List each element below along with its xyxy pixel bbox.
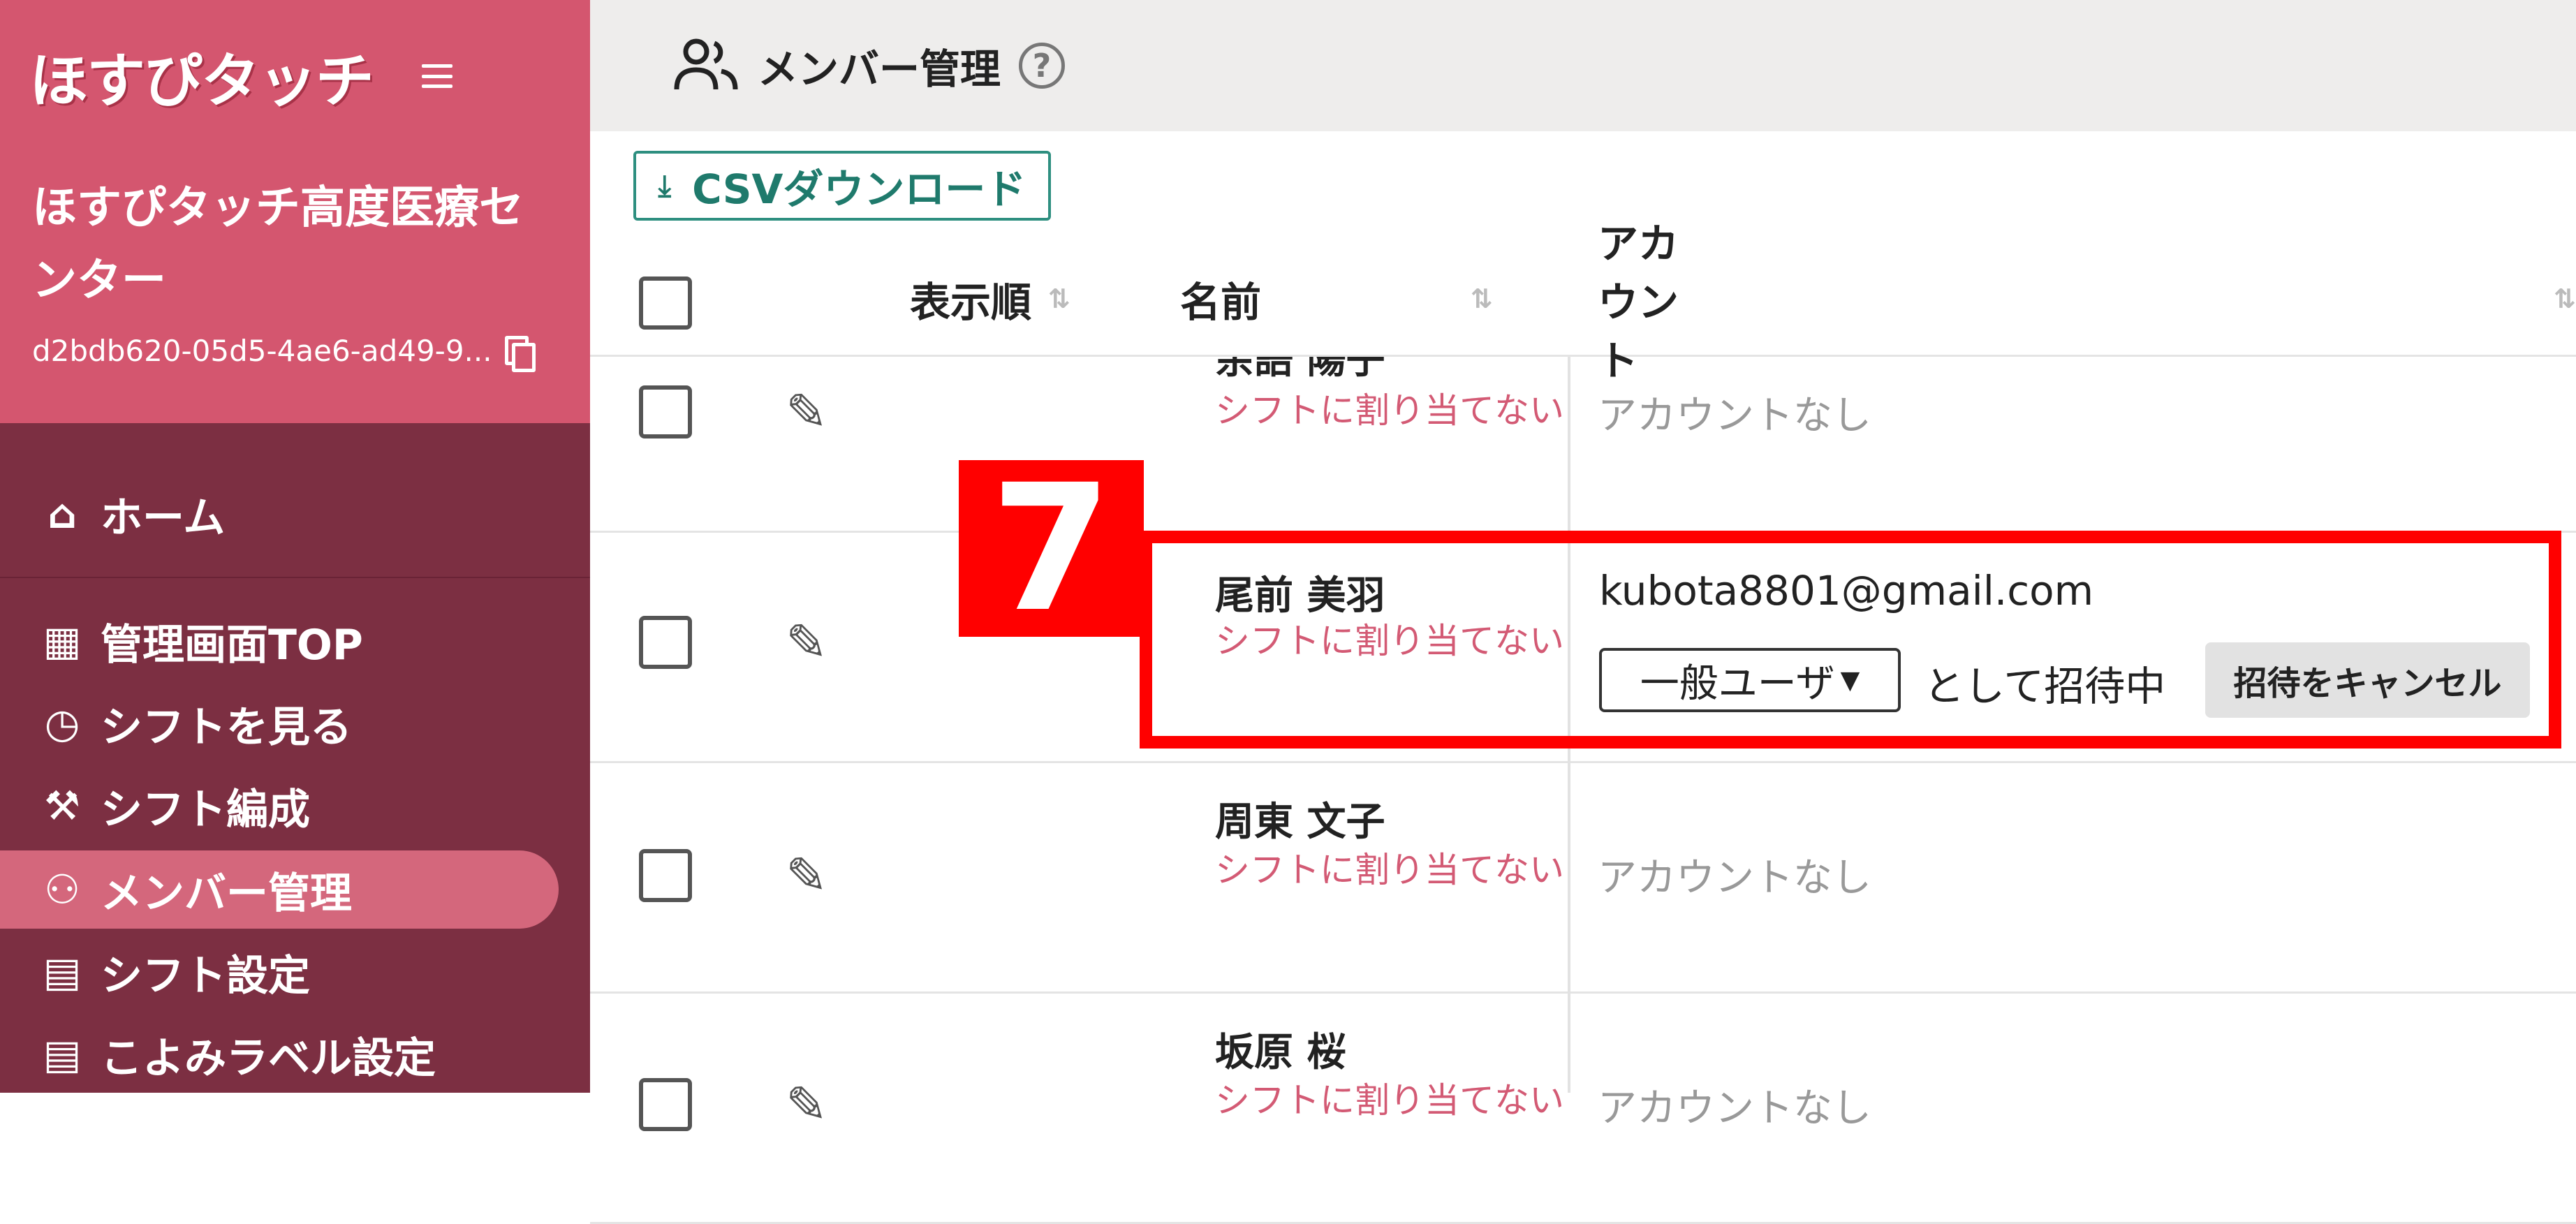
member-name: 周東 文子 [1215,799,1385,845]
column-header-order-label: 表示順 [910,279,1032,326]
edit-pencil-icon[interactable]: ✎ [779,613,834,672]
sidebar-header: ほすぴタッチ ほすぴタッチ高度医療センター d2bdb620-05d5-4ae6… [0,0,590,423]
nav-divider [0,577,590,578]
table-row: ✎ 周東 文子 シフトに割り当てない アカウントなし [590,761,2576,994]
members-icon: ⚇ [44,866,80,913]
nav-item-shift-settings[interactable]: ▤ シフト設定 [0,933,559,1011]
sort-icon: ⇅ [1048,283,1070,314]
table-row: ✎ 坂原 桜 シフトに割り当てない アカウントなし [590,991,2576,1224]
nav-item-label: ホーム [101,493,226,543]
column-header-account-label: アカウント [1598,220,1679,385]
csv-download-label: CSVダウンロード [692,165,1026,213]
account-status: アカウントなし [1598,855,1871,901]
calendar-label-icon: ▤ [43,1031,82,1078]
top-bar: メンバー管理 ? [590,0,2576,131]
row-checkbox[interactable] [639,385,692,438]
sort-icon: ⇅ [2554,283,2576,314]
home-icon: ⌂ [47,490,77,538]
column-header-account[interactable]: アカウント ⇅ [1598,220,2576,385]
table-header: 表示順 ⇅ 名前 ⇅ アカウント ⇅ [590,220,2576,385]
csv-download-button[interactable]: ⤓ CSVダウンロード [633,151,1051,221]
nav-item-label: シフトを見る [101,702,352,752]
nav-item-label: メンバー管理 [101,869,352,918]
members-icon [674,38,738,90]
row-checkbox[interactable] [639,849,692,902]
wrench-icon: ⚒ [44,782,80,829]
column-header-name[interactable]: 名前 ⇅ [1180,243,1493,355]
calendar-icon: ▤ [43,948,82,996]
nav-item-admin-top[interactable]: ▦ 管理画面TOP [0,602,559,680]
organization-id-text: d2bdb620-05d5-4ae6-ad49-9... [32,334,492,368]
sort-icon: ⇅ [1471,283,1493,314]
page-title-text: メンバー管理 [758,45,1001,93]
nav-item-member-management[interactable]: ⚇ メンバー管理 [0,850,559,929]
edit-pencil-icon[interactable]: ✎ [779,846,834,905]
download-icon: ⤓ [658,168,672,202]
member-name: 坂原 桜 [1215,1030,1346,1075]
nav-item-label: こよみラベル設定 [101,1033,436,1083]
row-checkbox[interactable] [639,1078,692,1131]
organization-id: d2bdb620-05d5-4ae6-ad49-9... [32,334,536,372]
column-header-name-label: 名前 [1180,279,1262,326]
nav-item-home[interactable]: ⌂ ホーム [0,475,559,553]
column-header-order[interactable]: 表示順 ⇅ [910,243,1070,355]
nav-item-calendar-label-settings[interactable]: ▤ こよみラベル設定 [0,1015,559,1093]
shift-note: シフトに割り当てない [1215,850,1564,890]
edit-pencil-icon[interactable]: ✎ [779,1075,834,1134]
page-title: メンバー管理 ? [672,36,1066,95]
highlight-frame [1140,531,2561,749]
copy-icon[interactable] [504,335,536,372]
select-all-checkbox[interactable] [639,276,692,330]
clock-icon: ◷ [44,700,80,747]
nav-item-label: シフト編成 [101,785,310,834]
organization-name: ほすぴタッチ高度医療センター [32,182,524,307]
edit-pencil-icon[interactable]: ✎ [779,383,834,441]
app-logo[interactable]: ほすぴタッチ [29,34,374,119]
help-icon[interactable]: ? [1019,43,1066,89]
nav-item-view-shifts[interactable]: ◷ シフトを見る [0,684,559,762]
shift-note: シフトに割り当てない [1215,1080,1564,1121]
dashboard-icon: ▦ [43,617,82,665]
nav-item-label: シフト設定 [101,951,310,1001]
step-number-badge: 7 [959,460,1144,637]
hamburger-menu-icon[interactable] [422,64,453,88]
brand: ほすぴタッチ [29,38,453,115]
nav-item-label: 管理画面TOP [101,620,363,670]
account-status: アカウントなし [1598,1086,1871,1131]
sidebar: ほすぴタッチ ほすぴタッチ高度医療センター d2bdb620-05d5-4ae6… [0,0,590,1093]
row-checkbox[interactable] [639,616,692,669]
nav-item-shift-composition[interactable]: ⚒ シフト編成 [0,767,559,845]
account-status: アカウントなし [1598,393,1871,438]
shift-note: シフトに割り当てない [1215,390,1564,431]
